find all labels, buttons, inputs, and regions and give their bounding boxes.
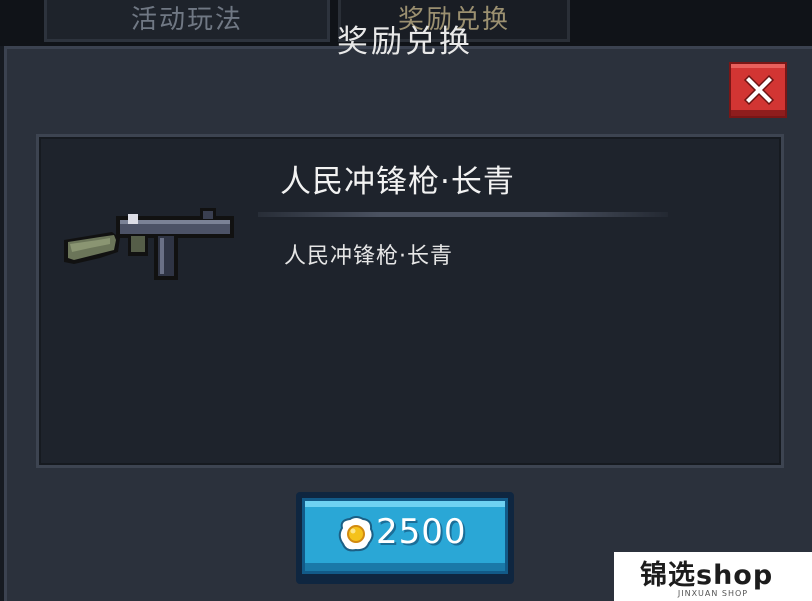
item-name: 人民冲锋枪·长青 <box>280 164 515 200</box>
close-x-icon <box>743 74 775 106</box>
close-button[interactable] <box>729 62 787 118</box>
submachine-gun-icon <box>64 208 234 280</box>
price-label: 2500 <box>376 512 467 552</box>
watermark-subtext: JINXUAN SHOP <box>677 589 749 598</box>
divider <box>258 212 668 217</box>
fried-egg-icon <box>338 516 374 552</box>
item-description: 人民冲锋枪·长青 <box>284 244 453 269</box>
dialog-title: 奖励兑换 <box>337 24 473 60</box>
watermark-text: 锦选shop <box>640 560 774 591</box>
game-screen: 活动玩法 奖励兑换 奖励兑换 人民冲锋枪·长青 人民冲锋枪·长青 2500 锦选… <box>0 0 812 601</box>
